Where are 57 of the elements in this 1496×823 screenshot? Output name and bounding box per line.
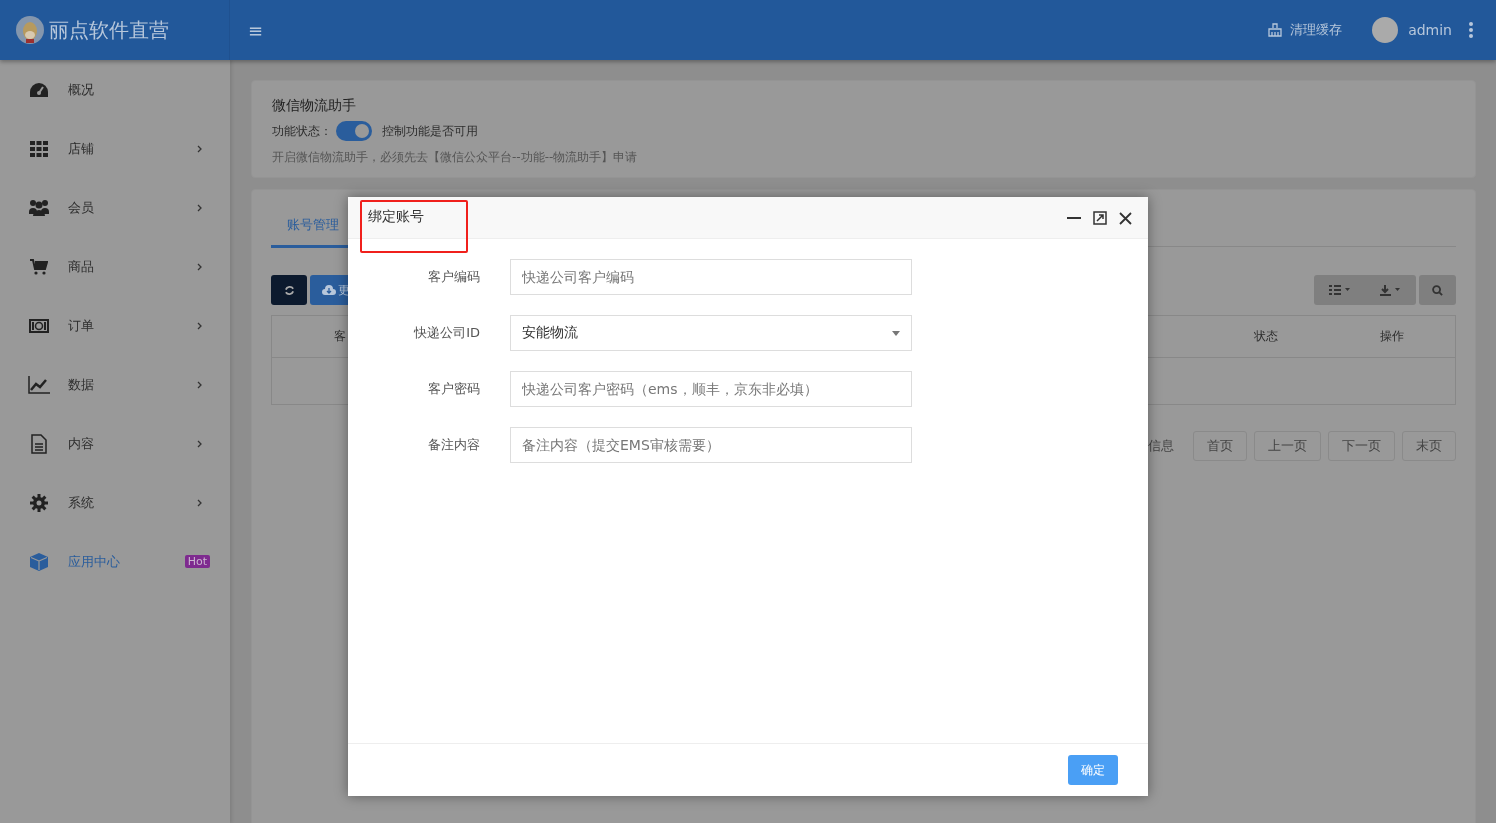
field-label: 客户密码 — [427, 380, 480, 398]
sidebar-item[interactable]: 商品 — [0, 237, 230, 296]
refresh-button[interactable] — [271, 275, 307, 305]
grid-icon — [30, 140, 48, 157]
clear-cache-link[interactable]: 清理缓存 — [1268, 21, 1343, 39]
field-label: 客户编码 — [427, 268, 480, 286]
document-icon — [31, 433, 47, 454]
brand-title: 丽点软件直营 — [49, 16, 169, 44]
sidebar-item[interactable]: 概况 — [0, 60, 230, 119]
settings-icon — [30, 493, 48, 512]
avatar[interactable] — [1372, 17, 1399, 43]
feature-toggle[interactable] — [336, 121, 372, 141]
status-label: 功能状态： — [272, 122, 332, 140]
cube-icon — [30, 552, 48, 571]
column-header: 操作 — [1379, 328, 1405, 345]
cloud-download-icon — [322, 285, 336, 295]
username[interactable]: admin — [1408, 22, 1452, 38]
basket-icon — [1268, 23, 1283, 37]
dialog-title: 绑定账号 — [368, 208, 424, 226]
sidebar-item[interactable]: 店铺 — [0, 119, 230, 178]
caret-icon — [892, 330, 900, 336]
dashboard-icon — [29, 81, 49, 98]
select-field[interactable]: 安能物流 — [510, 315, 912, 351]
line-chart-icon — [28, 375, 50, 394]
page-info: 信息 — [1148, 437, 1174, 455]
banknote-icon — [29, 318, 49, 333]
refresh-icon — [283, 284, 295, 296]
toggle-hint: 控制功能是否可用 — [382, 122, 478, 140]
maximize-icon[interactable] — [1093, 211, 1107, 225]
help-note: 开启微信物流助手，必须先去【微信公众平台--功能--物流助手】申请 — [272, 149, 639, 166]
column-header: 状态 — [1253, 328, 1279, 345]
logo-icon — [15, 15, 45, 45]
sidebar-item[interactable]: 系统 — [0, 473, 230, 532]
field-label: 快递公司ID — [413, 324, 480, 342]
list-icon — [1328, 285, 1351, 295]
close-icon[interactable] — [1119, 211, 1132, 225]
sidebar-item[interactable]: 内容 — [0, 414, 230, 473]
sidebar-item[interactable]: 应用中心 Hot — [0, 532, 230, 591]
page-button[interactable]: 首页 — [1193, 431, 1247, 461]
download-icon — [1379, 284, 1402, 296]
field-label: 备注内容 — [427, 436, 480, 454]
search-button[interactable] — [1419, 275, 1456, 305]
users-icon — [29, 198, 49, 217]
sidebar-item[interactable]: 订单 — [0, 296, 230, 355]
text-field[interactable]: 快递公司客户密码（ems，顺丰，京东非必填） — [510, 371, 912, 407]
page-button[interactable]: 末页 — [1402, 431, 1456, 461]
text-field[interactable]: 快递公司客户编码 — [510, 259, 912, 295]
hot-badge: Hot — [184, 555, 210, 568]
more-icon[interactable] — [1468, 21, 1474, 39]
sidebar-item[interactable]: 会员 — [0, 178, 230, 237]
card-title: 微信物流助手 — [272, 97, 357, 115]
sidebar-item[interactable]: 数据 — [0, 355, 230, 414]
cart-icon — [30, 258, 48, 275]
confirm-button[interactable]: 确定 — [1068, 755, 1118, 785]
search-icon — [1432, 284, 1443, 296]
text-field[interactable]: 备注内容（提交EMS审核需要） — [510, 427, 912, 463]
column-header: 客 — [333, 328, 347, 345]
